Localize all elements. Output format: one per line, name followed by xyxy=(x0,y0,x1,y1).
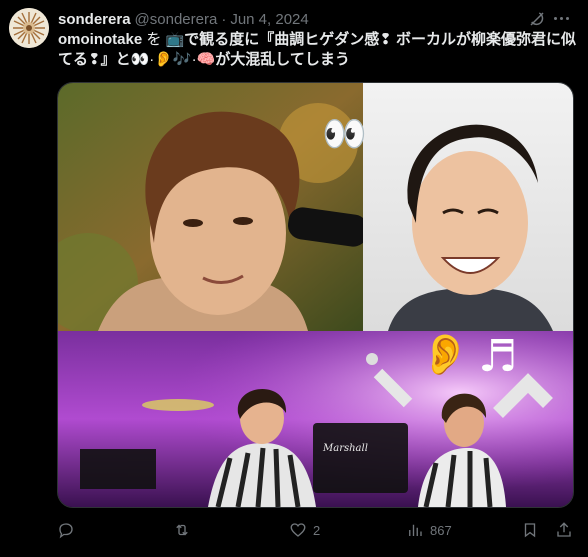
amp-logo-text: Marshall xyxy=(322,443,368,454)
share-icon xyxy=(557,522,571,537)
collage-image: Marshall xyxy=(58,83,573,507)
tweet-text: omoinotake を 📺で観る度に『曲調ヒゲダン感❢ ボーカルが柳楽優弥君に… xyxy=(58,30,580,70)
views-icon xyxy=(409,524,422,536)
header-separator: · xyxy=(221,10,227,28)
share-button[interactable] xyxy=(555,518,573,542)
text-hashtag-omoinotake[interactable]: omoinotake xyxy=(58,31,142,48)
repost-icon xyxy=(176,524,188,536)
avatar-image xyxy=(9,8,49,48)
bookmark-icon xyxy=(524,523,536,538)
reply-button[interactable] xyxy=(57,518,81,542)
text-fragment: で観る度に『曲調ヒゲダン感❢ ボーカルが xyxy=(184,31,471,48)
views-button[interactable]: 867 xyxy=(406,518,452,542)
emoji-sequence: 👀·👂🎶·🧠 xyxy=(130,51,216,68)
views-count: 867 xyxy=(430,522,452,538)
author-handle[interactable]: @sonderera xyxy=(135,11,218,28)
more-options-icon[interactable] xyxy=(554,17,569,20)
tv-emoji: 📺 xyxy=(165,31,185,48)
text-fragment: を xyxy=(142,31,166,48)
ear-emoji-overlay: 👂 xyxy=(420,332,470,378)
reply-icon xyxy=(59,523,73,539)
post-date[interactable]: Jun 4, 2024 xyxy=(230,11,308,28)
tweet-header: sonderera @sonderera · Jun 4, 2024 xyxy=(58,9,309,29)
repost-button[interactable] xyxy=(173,518,197,542)
tweet[interactable]: sonderera @sonderera · Jun 4, 2024 omoin… xyxy=(0,0,588,557)
like-button[interactable]: 2 xyxy=(289,518,320,542)
text-fragment: が大混乱してしまう xyxy=(215,51,350,68)
bookmark-button[interactable] xyxy=(521,518,539,542)
author-avatar[interactable] xyxy=(9,8,49,48)
heart-icon xyxy=(290,523,306,537)
tweet-media[interactable]: Marshall 👀 👂 ♬ xyxy=(57,82,574,508)
author-name[interactable]: sonderera xyxy=(58,11,131,28)
music-note-overlay: ♬ xyxy=(478,331,518,382)
eyes-emoji-overlay: 👀 xyxy=(322,114,367,155)
like-count: 2 xyxy=(313,522,321,538)
tweet-actions: 2 867 xyxy=(57,518,577,542)
grok-icon[interactable] xyxy=(528,10,546,28)
